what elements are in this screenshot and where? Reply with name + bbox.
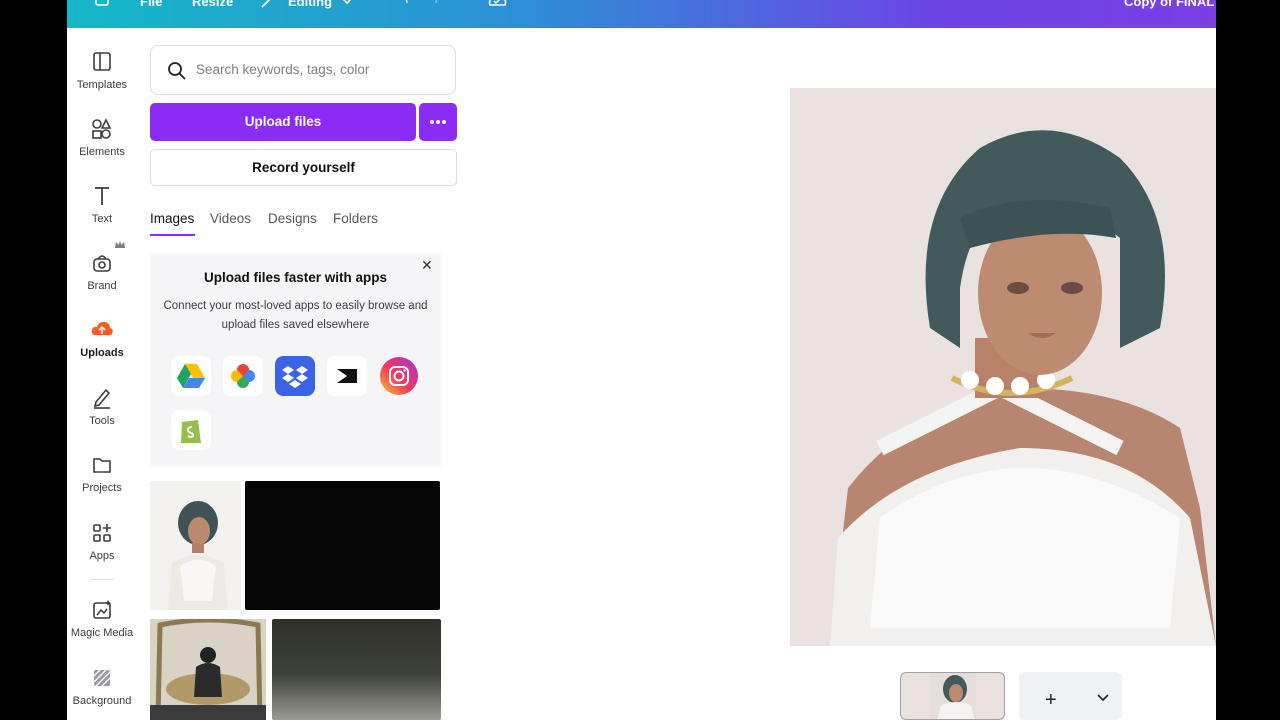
rail-divider	[90, 579, 114, 580]
uploads-panel: Search keywords, tags, color Upload file…	[137, 28, 554, 720]
rail-label: Projects	[82, 482, 122, 494]
file-menu[interactable]: File	[140, 0, 162, 9]
tab-folders[interactable]: Folders	[333, 211, 378, 226]
pencil-icon	[261, 0, 271, 8]
page-thumbnail[interactable]	[900, 672, 1005, 720]
rail-label: Tools	[89, 415, 115, 427]
elements-icon	[92, 118, 112, 139]
rail-item-uploads[interactable]: Uploads	[67, 319, 137, 379]
apps-promo-card: ✕ Upload files faster with apps Connect …	[150, 254, 441, 466]
home-icon[interactable]	[94, 0, 110, 7]
uploaded-image-thumbnail[interactable]	[245, 481, 440, 610]
rail-label: Apps	[89, 550, 115, 562]
rail-item-templates[interactable]: Templates	[67, 51, 137, 111]
uploaded-image-thumbnail[interactable]	[272, 619, 441, 720]
rail-item-brand[interactable]: Brand	[67, 252, 137, 312]
rail-label: Templates	[76, 79, 128, 91]
plus-icon: +	[1045, 689, 1057, 711]
rail-item-background[interactable]: Background	[67, 667, 137, 720]
more-dots-icon	[430, 120, 434, 124]
more-dots-icon	[442, 120, 446, 124]
capcut-icon[interactable]	[327, 356, 367, 396]
rail-item-tools[interactable]: Tools	[67, 387, 137, 447]
rail-item-text[interactable]: Text	[67, 185, 137, 245]
page-thumbnail-image	[931, 673, 976, 719]
tab-videos[interactable]: Videos	[210, 211, 251, 226]
dropbox-icon[interactable]	[275, 356, 315, 396]
folder-icon	[93, 458, 111, 473]
upload-cloud-icon	[91, 321, 113, 335]
redo-icon[interactable]	[432, 0, 448, 8]
record-yourself-button[interactable]: Record yourself	[150, 149, 457, 186]
character-render-image	[790, 88, 1216, 646]
search-field[interactable]: Search keywords, tags, color	[150, 45, 456, 95]
search-placeholder: Search keywords, tags, color	[196, 62, 370, 77]
google-photos-icon[interactable]	[223, 356, 263, 396]
rail-item-elements[interactable]: Elements	[67, 118, 137, 178]
tab-images[interactable]: Images	[150, 211, 194, 226]
left-rail: Templates Elements Text Brand Uploads To…	[67, 28, 137, 720]
chevron-down-icon[interactable]	[1097, 694, 1109, 702]
templates-icon	[93, 52, 111, 71]
document-title[interactable]: Copy of FINAL	[1124, 0, 1214, 9]
google-drive-icon[interactable]	[171, 356, 211, 396]
rail-item-apps[interactable]: Apps	[67, 522, 137, 582]
uploaded-image	[168, 501, 228, 610]
rail-label: Brand	[87, 280, 117, 292]
tab-designs[interactable]: Designs	[268, 211, 317, 226]
shopify-icon[interactable]	[171, 410, 211, 450]
rail-label: Background	[72, 695, 132, 707]
resize-menu[interactable]: Resize	[192, 0, 233, 9]
app-window: File Resize Editing Copy of FINAL Templa…	[67, 0, 1216, 720]
rail-label: Magic Media	[70, 627, 134, 639]
more-dots-icon	[436, 120, 440, 124]
brand-icon	[93, 255, 111, 272]
add-page-button[interactable]: +	[1019, 672, 1122, 720]
background-icon	[93, 669, 111, 687]
cloud-saved-icon[interactable]	[486, 0, 508, 9]
search-icon	[168, 62, 186, 80]
text-icon	[95, 187, 109, 205]
uploaded-image	[150, 619, 266, 720]
pen-icon	[93, 388, 111, 409]
rail-label: Text	[91, 213, 113, 225]
undo-icon[interactable]	[395, 0, 411, 8]
active-tab-indicator	[150, 234, 195, 236]
uploaded-image-thumbnail[interactable]	[150, 619, 266, 720]
crown-icon	[115, 241, 125, 248]
rail-label: Uploads	[80, 347, 124, 359]
instagram-icon[interactable]	[379, 356, 419, 396]
rail-item-magic-media[interactable]: Magic Media	[67, 599, 137, 659]
promo-title: Upload files faster with apps	[203, 270, 388, 285]
rail-label: Elements	[79, 146, 125, 158]
top-bar: File Resize Editing Copy of FINAL	[67, 0, 1216, 28]
magic-media-icon	[93, 600, 111, 619]
design-page[interactable]	[790, 88, 1216, 646]
promo-description: Connect your most-loved apps to easily b…	[163, 300, 428, 331]
editing-mode-menu[interactable]: Editing	[288, 0, 332, 9]
upload-files-button[interactable]: Upload files	[150, 103, 416, 141]
chevron-down-icon	[342, 0, 352, 5]
rail-item-projects[interactable]: Projects	[67, 454, 137, 514]
apps-icon	[93, 524, 111, 542]
uploaded-image-thumbnail[interactable]	[150, 481, 241, 610]
more-options-button[interactable]	[419, 103, 457, 141]
